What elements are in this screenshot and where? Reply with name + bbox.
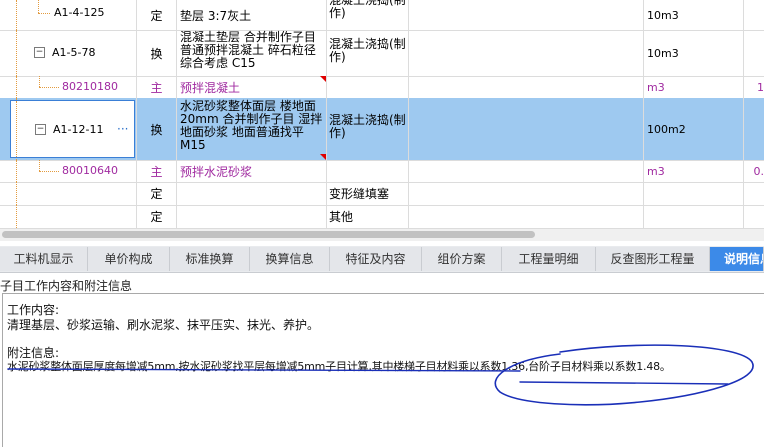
row-unit: m3 bbox=[647, 81, 665, 94]
active-cell[interactable]: − A1-12-11 ··· bbox=[10, 100, 135, 158]
detail-tab-bar: 工料机显示 单价构成 标准换算 换算信息 特征及内容 组价方案 工程量明细 反查… bbox=[0, 246, 764, 273]
row-major: 混凝土浇捣(制作) bbox=[329, 113, 406, 140]
row-category: 换 bbox=[150, 45, 162, 62]
panel-title: 子目工作内容和附注信息 bbox=[0, 277, 132, 294]
row-category: 换 bbox=[150, 121, 162, 138]
tab-unit-price[interactable]: 单价构成 bbox=[88, 247, 170, 271]
row-name: 预拌混凝土 bbox=[180, 79, 240, 96]
row-category: 定 bbox=[150, 7, 162, 24]
tab-materials[interactable]: 工料机显示 bbox=[0, 247, 88, 271]
work-text: 清理基层、砂浆运输、刷水泥浆、抹平压实、抹光、养护。 bbox=[7, 316, 319, 333]
row-major: 混凝土浇捣(制作) bbox=[329, 0, 406, 20]
row-qty: 0. bbox=[754, 165, 764, 178]
row-category: 定 bbox=[150, 185, 162, 202]
row-code: A1-4-125 bbox=[54, 6, 104, 19]
table-row[interactable]: 定 其他 bbox=[0, 205, 764, 228]
horizontal-scrollbar[interactable] bbox=[0, 228, 764, 241]
row-code: 80210180 bbox=[62, 80, 118, 93]
quota-grid: A1-4-125 定 垫层 3:7灰土 混凝土浇捣(制作) 10m3 − A1-… bbox=[0, 0, 764, 228]
tab-graphic-quantity[interactable]: 反查图形工程量 bbox=[596, 247, 710, 271]
row-major: 混凝土浇捣(制作) bbox=[329, 37, 406, 64]
comment-marker bbox=[320, 76, 326, 82]
row-unit: 10m3 bbox=[647, 47, 679, 60]
row-major: 变形缝填塞 bbox=[329, 185, 389, 202]
row-code: A1-12-11 bbox=[53, 123, 103, 136]
row-major: 其他 bbox=[329, 208, 353, 225]
row-name: 混凝土垫层 合并制作子目 普通预拌混凝土 碎石粒径综合考虑 C15 bbox=[180, 30, 316, 70]
row-unit: 10m3 bbox=[647, 9, 679, 22]
row-name: 水泥砂浆整体面层 楼地面 20mm 合并制作子目 湿拌地面砂浆 地面普通找平 M… bbox=[180, 99, 322, 152]
table-row[interactable]: A1-4-125 定 垫层 3:7灰土 混凝土浇捣(制作) 10m3 bbox=[0, 0, 764, 31]
row-category: 主 bbox=[150, 79, 162, 96]
tab-description[interactable]: 说明信息 bbox=[710, 247, 764, 271]
tab-quantity-detail[interactable]: 工程量明细 bbox=[502, 247, 596, 271]
table-row[interactable]: 定 变形缝填塞 bbox=[0, 182, 764, 206]
row-category: 定 bbox=[150, 208, 162, 225]
row-category: 主 bbox=[150, 163, 162, 180]
table-row[interactable]: 80210180 主 预拌混凝土 m3 1 bbox=[0, 76, 764, 99]
row-qty: 1 bbox=[757, 81, 764, 94]
description-panel: 工作内容: 清理基层、砂浆运输、刷水泥浆、抹平压实、抹光、养护。 附注信息: 水… bbox=[2, 293, 764, 447]
tab-pricing-plan[interactable]: 组价方案 bbox=[422, 247, 502, 271]
row-unit: m3 bbox=[647, 165, 665, 178]
row-name: 预拌水泥砂浆 bbox=[180, 163, 252, 180]
row-unit: 100m2 bbox=[647, 123, 686, 136]
table-row[interactable]: − A1-5-78 换 混凝土垫层 合并制作子目 普通预拌混凝土 碎石粒径综合考… bbox=[0, 30, 764, 77]
table-row[interactable]: 80010640 主 预拌水泥砂浆 m3 0. bbox=[0, 160, 764, 183]
collapse-icon[interactable]: − bbox=[35, 124, 46, 135]
note-text: 水泥砂浆整体面层厚度每增减5mm,按水泥砂浆找平层每增减5mm子目计算,其中楼梯… bbox=[7, 358, 671, 374]
row-name: 垫层 3:7灰土 bbox=[180, 7, 251, 24]
tab-features[interactable]: 特征及内容 bbox=[330, 247, 422, 271]
tab-standard-conversion[interactable]: 标准换算 bbox=[170, 247, 250, 271]
row-code: A1-5-78 bbox=[52, 46, 95, 59]
tab-conversion-info[interactable]: 换算信息 bbox=[250, 247, 330, 271]
scrollbar-thumb[interactable] bbox=[2, 231, 535, 238]
collapse-icon[interactable]: − bbox=[34, 47, 45, 58]
row-code: 80010640 bbox=[62, 164, 118, 177]
more-options-icon[interactable]: ··· bbox=[117, 122, 128, 136]
